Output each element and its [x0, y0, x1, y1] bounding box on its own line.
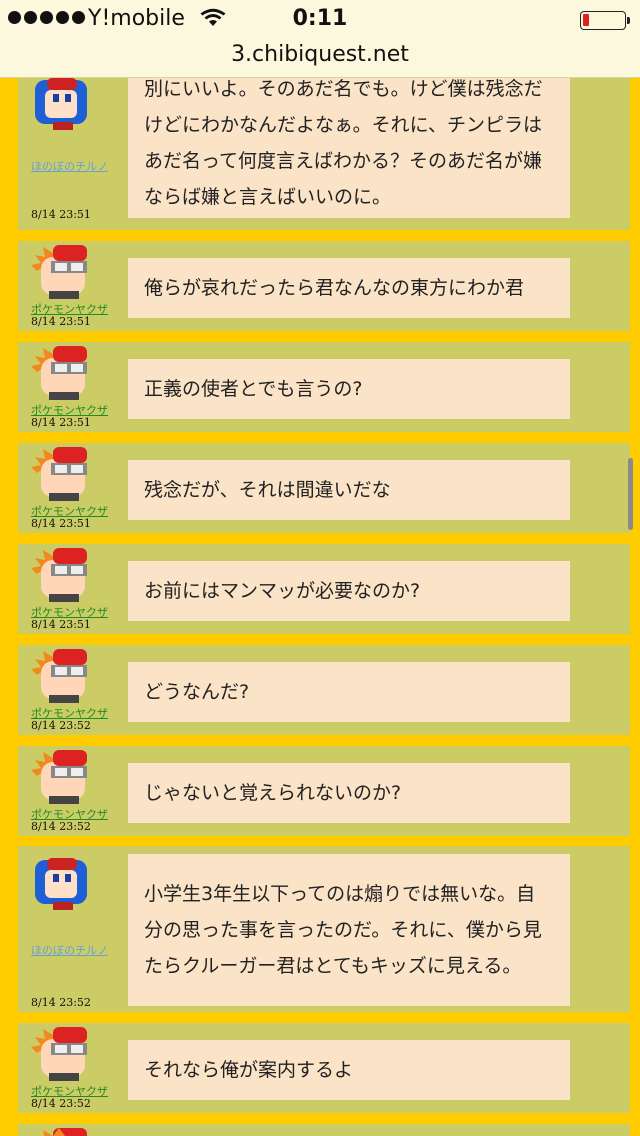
- timestamp: 8/14 23:51: [31, 315, 91, 328]
- avatar[interactable]: [31, 748, 95, 804]
- message-bubble: 小学生3年生以下ってのは煽りでは無いな。自分の思った事を言ったのだ。それに、僕か…: [128, 854, 570, 1006]
- chat-post: ポケモンヤクザ 8/14 23:51 正義の使者とでも言うの?: [18, 342, 630, 432]
- timestamp: 8/14 23:52: [31, 719, 91, 732]
- avatar[interactable]: [31, 243, 95, 299]
- message-bubble: 残念だが、それは間違いだな: [128, 460, 570, 520]
- battery-icon: [580, 11, 630, 30]
- scrollbar[interactable]: [628, 458, 633, 530]
- chat-post: ほのぼのチルノ 8/14 23:52 小学生3年生以下ってのは煽りでは無いな。自…: [18, 846, 630, 1012]
- avatar[interactable]: [31, 344, 95, 400]
- chat-post: ポケモンヤクザ 8/14 23:52 どうなんだ?: [18, 645, 630, 735]
- message-bubble: 別にいいよ。そのあだ名でも。けど僕は残念だけどにわかなんだよなぁ。それに、チンピ…: [128, 78, 570, 218]
- timestamp: 8/14 23:52: [31, 820, 91, 833]
- message-bubble: じゃないと覚えられないのか?: [128, 763, 570, 823]
- timestamp: 8/14 23:51: [31, 416, 91, 429]
- message-bubble: 正義の使者とでも言うの?: [128, 359, 570, 419]
- clock: 0:11: [292, 6, 348, 31]
- chat-post: ポケモンヤクザ 8/14 23:51 俺らが哀れだったら君なんなの東方にわか君: [18, 241, 630, 331]
- message-text: それなら俺が案内するよ: [144, 1059, 354, 1081]
- chat-post: ポケモンヤクザ 8/14 23:51 お前にはマンマッが必要なのか?: [18, 544, 630, 634]
- timestamp: 8/14 23:51: [31, 208, 91, 221]
- message-bubble: どうなんだ?: [128, 662, 570, 722]
- username-link[interactable]: ほのぼのチルノ: [31, 158, 108, 174]
- avatar[interactable]: [31, 445, 95, 501]
- message-text: お前にはマンマッが必要なのか?: [144, 580, 421, 602]
- message-text: 別にいいよ。そのあだ名でも。けど僕は残念だけどにわかなんだよなぁ。それに、チンピ…: [144, 78, 543, 208]
- chat-post: ポケモンヤクザ 8/14 23:51 残念だが、それは間違いだな: [18, 443, 630, 533]
- message-text: 正義の使者とでも言うの?: [144, 378, 363, 400]
- message-bubble: お前にはマンマッが必要なのか?: [128, 561, 570, 621]
- avatar[interactable]: [31, 546, 95, 602]
- avatar[interactable]: [31, 1126, 95, 1136]
- message-text: 俺らが哀れだったら君なんなの東方にわか君: [144, 277, 525, 299]
- avatar[interactable]: [31, 647, 95, 703]
- chat-post: ポケモンヤクザ 8/14 23:52 じゃないと覚えられないのか?: [18, 746, 630, 836]
- message-text: 残念だが、それは間違いだな: [144, 479, 391, 501]
- url-text: 3.chibiquest.net: [231, 42, 409, 67]
- message-text: 小学生3年生以下ってのは煽りでは無いな。自分の思った事を言ったのだ。それに、僕か…: [144, 883, 542, 977]
- chat-post: ほのぼのチルノ 8/14 23:51 別にいいよ。そのあだ名でも。けど僕は残念だ…: [18, 78, 630, 230]
- chat-post: [18, 1124, 630, 1136]
- username-link[interactable]: ほのぼのチルノ: [31, 942, 108, 958]
- avatar[interactable]: [31, 1025, 95, 1081]
- message-text: どうなんだ?: [144, 681, 250, 703]
- message-bubble: 俺らが哀れだったら君なんなの東方にわか君: [128, 258, 570, 318]
- timestamp: 8/14 23:51: [31, 618, 91, 631]
- timestamp: 8/14 23:52: [31, 996, 91, 1009]
- timestamp: 8/14 23:52: [31, 1097, 91, 1110]
- avatar[interactable]: [31, 78, 95, 130]
- chat-post: ポケモンヤクザ 8/14 23:52 それなら俺が案内するよ: [18, 1023, 630, 1113]
- message-text: じゃないと覚えられないのか?: [144, 782, 402, 804]
- chat-feed[interactable]: ほのぼのチルノ 8/14 23:51 別にいいよ。そのあだ名でも。けど僕は残念だ…: [0, 78, 640, 1136]
- address-bar[interactable]: 3.chibiquest.net: [0, 40, 640, 78]
- avatar[interactable]: [31, 854, 95, 910]
- timestamp: 8/14 23:51: [31, 517, 91, 530]
- message-bubble: それなら俺が案内するよ: [128, 1040, 570, 1100]
- status-bar: Y!mobile 0:11: [0, 0, 640, 40]
